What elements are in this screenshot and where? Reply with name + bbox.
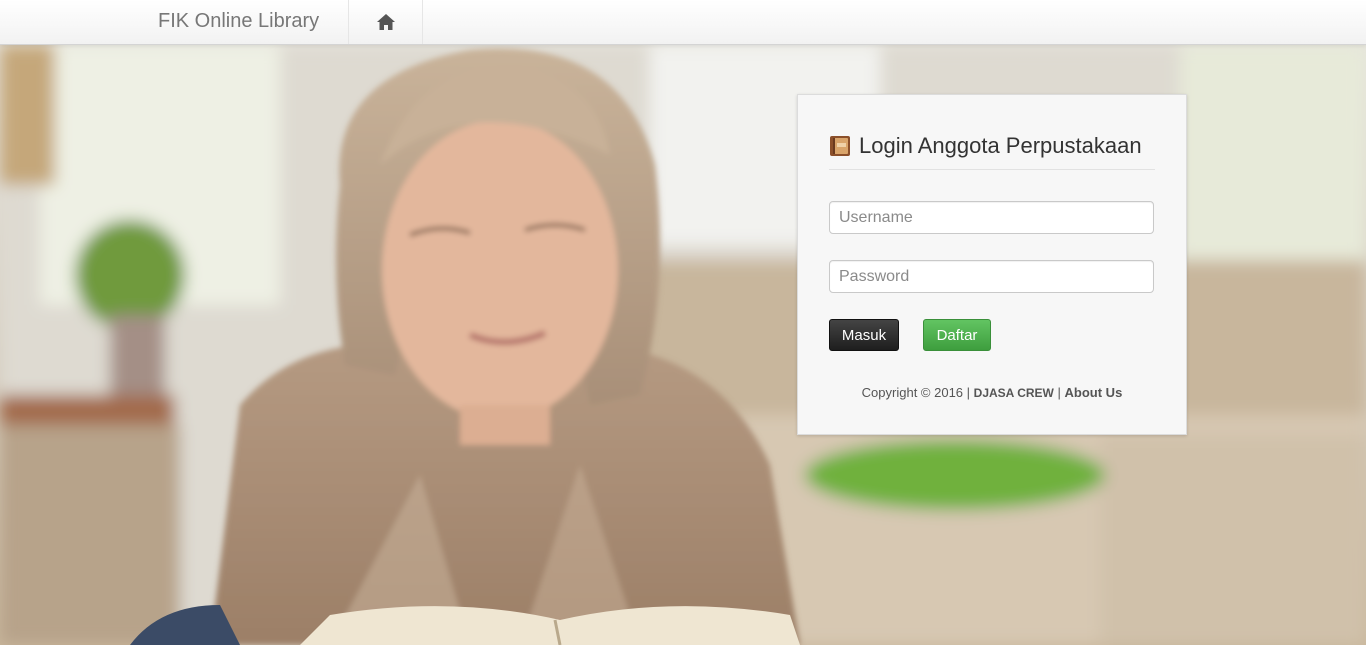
about-us-link[interactable]: About Us xyxy=(1065,385,1123,400)
top-navbar: FIK Online Library xyxy=(0,0,1366,45)
login-button[interactable]: Masuk xyxy=(829,319,899,351)
copyright-separator: | xyxy=(1057,385,1061,400)
book-icon xyxy=(830,136,850,156)
login-panel: Login Anggota Perpustakaan Masuk Daftar … xyxy=(797,94,1187,435)
copyright-footer: Copyright © 2016 | DJASA CREW | About Us xyxy=(798,385,1186,400)
copyright-text: Copyright © 2016 | xyxy=(861,385,971,400)
home-link[interactable] xyxy=(349,0,422,44)
crew-name: DJASA CREW xyxy=(973,386,1054,400)
login-title: Login Anggota Perpustakaan xyxy=(859,133,1142,158)
username-input[interactable] xyxy=(829,201,1154,234)
nav-divider xyxy=(422,0,423,44)
register-button[interactable]: Daftar xyxy=(923,319,991,351)
password-input[interactable] xyxy=(829,260,1154,293)
home-icon xyxy=(376,14,395,30)
brand-link[interactable]: FIK Online Library xyxy=(158,10,319,33)
login-heading: Login Anggota Perpustakaan xyxy=(829,133,1155,170)
